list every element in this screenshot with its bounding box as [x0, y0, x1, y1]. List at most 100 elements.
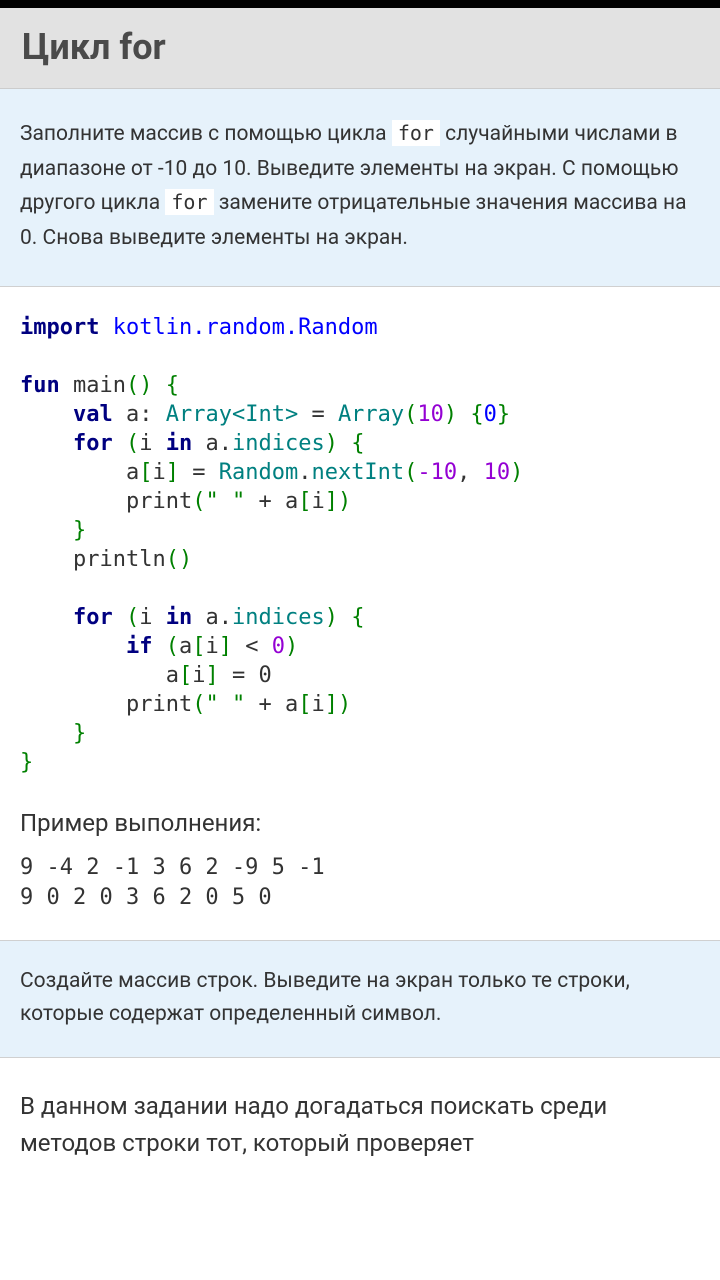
comma: ,: [457, 460, 470, 485]
brace: {: [166, 373, 179, 398]
paren: ): [285, 634, 298, 659]
prop-indices: indices: [232, 431, 325, 456]
ctor-array: Array: [338, 402, 404, 427]
brace: {: [470, 402, 483, 427]
colon: :: [139, 402, 152, 427]
eq: =: [192, 460, 205, 485]
num-0: 0: [258, 663, 271, 688]
paren: (: [404, 402, 417, 427]
example-output: 9 -4 2 -1 3 6 2 -9 5 -1 9 0 2 0 3 6 2 0 …: [0, 853, 720, 940]
brace: }: [73, 518, 86, 543]
ident-a: a: [285, 489, 298, 514]
import-path: kotlin.random.Random: [113, 315, 378, 340]
paren: ): [325, 605, 338, 630]
kw-for: for: [73, 605, 113, 630]
task1-keyword-1: for: [392, 120, 440, 146]
dot: .: [219, 605, 232, 630]
str-space: " ": [205, 692, 245, 717]
paren: (: [126, 431, 139, 456]
task1-keyword-2: for: [165, 189, 213, 215]
num-10: 10: [484, 460, 511, 485]
code-block: import kotlin.random.Random fun main() {…: [0, 287, 720, 788]
str-space: " ": [205, 489, 245, 514]
ident-a: a: [285, 692, 298, 717]
ident-i: i: [205, 634, 218, 659]
bracket: ]: [325, 489, 338, 514]
paren: ): [338, 489, 351, 514]
paren: ): [325, 431, 338, 456]
fn-main: main: [73, 373, 126, 398]
brace: {: [351, 605, 364, 630]
example-subtitle: Пример выполнения:: [0, 787, 720, 853]
paren: ): [338, 692, 351, 717]
bracket: ]: [219, 634, 232, 659]
paren: (: [126, 605, 139, 630]
plus: +: [258, 489, 271, 514]
ident-a: a: [126, 460, 139, 485]
ident-i: i: [311, 692, 324, 717]
kw-for: for: [73, 431, 113, 456]
task-description-1: Заполните массив с помощью цикла for слу…: [0, 89, 720, 287]
ident-i: i: [152, 460, 165, 485]
kw-import: import: [20, 315, 99, 340]
paren: (: [166, 547, 179, 572]
kw-val: val: [73, 402, 113, 427]
paren: ): [179, 547, 192, 572]
brace: }: [20, 750, 33, 775]
ident-i: i: [311, 489, 324, 514]
prop-indices: indices: [232, 605, 325, 630]
bracket: [: [139, 460, 152, 485]
bracket: ]: [325, 692, 338, 717]
kw-in: in: [166, 605, 193, 630]
fn-print: print: [126, 489, 192, 514]
kw-if: if: [126, 634, 153, 659]
output-line-2: 9 0 2 0 3 6 2 0 5 0: [20, 885, 272, 910]
ident-a: a: [126, 402, 139, 427]
page-header: Цикл for: [0, 8, 720, 89]
eq: =: [311, 402, 324, 427]
ident-a: a: [166, 663, 179, 688]
paren: (: [126, 373, 139, 398]
bracket: ]: [205, 663, 218, 688]
ident-i: i: [139, 431, 152, 456]
paren: (: [404, 460, 417, 485]
bracket: [: [298, 489, 311, 514]
num-0: 0: [272, 634, 285, 659]
num-10: 10: [417, 402, 444, 427]
ident-i: i: [139, 605, 152, 630]
num-0: 0: [484, 402, 497, 427]
bracket: [: [192, 634, 205, 659]
task-description-2: Создайте массив строк. Выведите на экран…: [0, 940, 720, 1057]
ident-a: a: [205, 431, 218, 456]
bracket: [: [179, 663, 192, 688]
lt: <: [245, 634, 258, 659]
page-title: Цикл for: [22, 26, 698, 68]
dot: .: [298, 460, 311, 485]
brace: }: [73, 721, 86, 746]
window-top-bar: [0, 0, 720, 8]
bracket: [: [298, 692, 311, 717]
fn-print: print: [126, 692, 192, 717]
brace: {: [351, 431, 364, 456]
kw-in: in: [166, 431, 193, 456]
paren: (: [192, 692, 205, 717]
paren: ): [510, 460, 523, 485]
fn-println: println: [73, 547, 166, 572]
num-neg10: -10: [417, 460, 457, 485]
task1-text-1: Заполните массив с помощью цикла: [20, 122, 392, 146]
output-line-1: 9 -4 2 -1 3 6 2 -9 5 -1: [20, 855, 325, 880]
obj-random: Random: [219, 460, 298, 485]
method-nextint: nextInt: [311, 460, 404, 485]
ident-a: a: [179, 634, 192, 659]
ident-i: i: [192, 663, 205, 688]
dot: .: [219, 431, 232, 456]
paren: (: [192, 489, 205, 514]
paren: ): [444, 402, 457, 427]
eq: =: [232, 663, 245, 688]
brace: }: [497, 402, 510, 427]
kw-fun: fun: [20, 373, 60, 398]
ident-a: a: [205, 605, 218, 630]
explanation-text: В данном задании надо догадаться поискат…: [0, 1058, 720, 1172]
paren: ): [139, 373, 152, 398]
paren: (: [166, 634, 179, 659]
